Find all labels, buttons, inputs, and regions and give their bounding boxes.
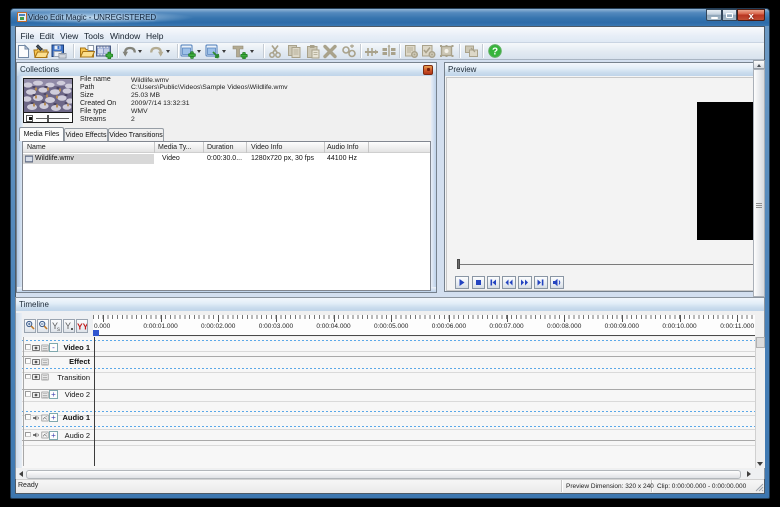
svg-text:s: s (57, 327, 60, 332)
svg-text:?: ? (491, 47, 497, 58)
svg-text:Y: Y (65, 321, 71, 331)
svg-text:YY: YY (77, 322, 87, 332)
